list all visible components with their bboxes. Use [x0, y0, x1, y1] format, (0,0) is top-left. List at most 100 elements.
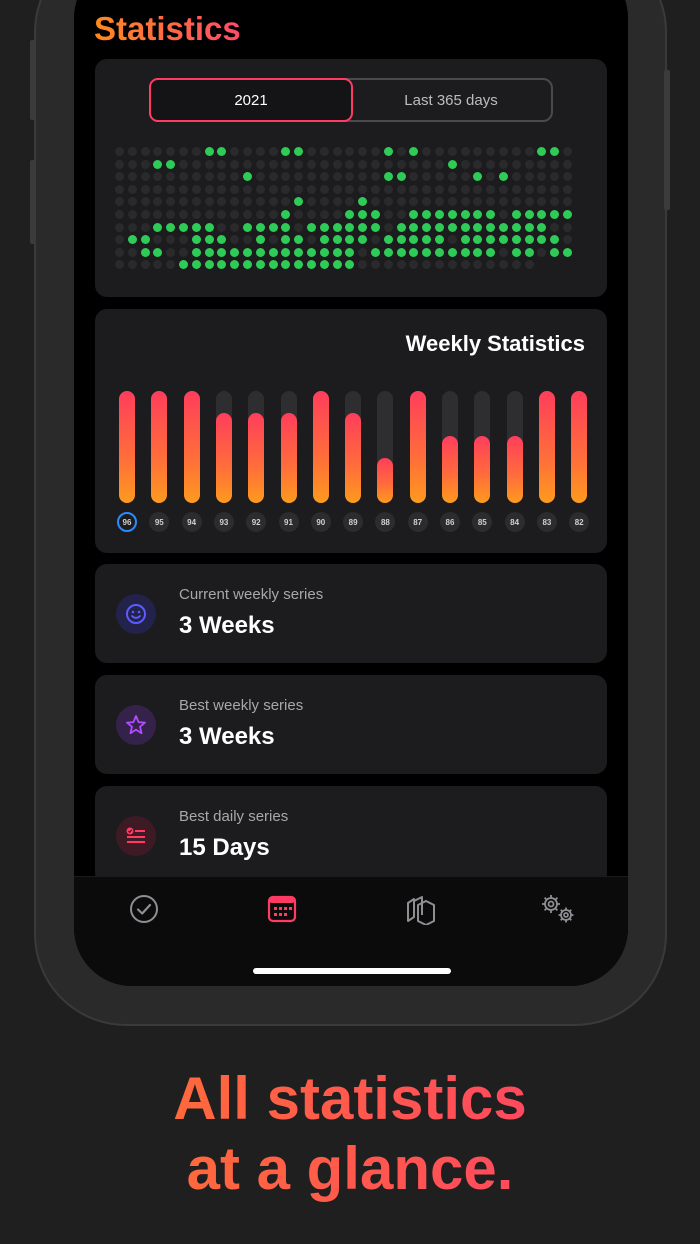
stat-card-best-daily[interactable]: Best daily series 15 Days	[95, 786, 607, 885]
activity-dot	[255, 159, 265, 169]
activity-dot	[307, 197, 316, 207]
activity-dot	[204, 210, 214, 219]
activity-dot	[383, 184, 393, 194]
activity-dot	[294, 147, 304, 156]
weekly-bar	[409, 391, 426, 503]
activity-dot	[127, 222, 137, 232]
activity-dot	[332, 184, 342, 194]
weekly-bar	[119, 391, 135, 503]
activity-dot	[115, 222, 124, 232]
activity-dot	[217, 147, 227, 156]
activity-dot	[230, 210, 240, 219]
activity-dot	[281, 147, 291, 156]
activity-dot	[486, 260, 496, 270]
activity-dot	[563, 210, 572, 219]
activity-dot	[179, 159, 188, 169]
activity-dot	[524, 159, 534, 169]
activity-dot	[307, 247, 316, 257]
activity-dot	[230, 172, 240, 182]
activity-dot	[115, 235, 124, 245]
activity-dot	[422, 210, 432, 219]
activity-dot	[230, 147, 240, 156]
activity-dot	[486, 210, 496, 219]
activity-dot	[345, 159, 355, 169]
weekly-bar-fill	[183, 391, 200, 503]
activity-dot	[140, 159, 150, 169]
week-number-label: 89	[343, 512, 364, 532]
stat-card-best-weekly[interactable]: Best weekly series 3 Weeks	[95, 675, 607, 774]
activity-dot	[409, 147, 419, 156]
week-number-label: 83	[536, 512, 557, 532]
activity-dot	[127, 235, 137, 245]
activity-dot	[268, 235, 278, 245]
activity-dot	[179, 222, 188, 232]
tab-habits[interactable]	[122, 887, 166, 931]
activity-dot	[255, 247, 265, 257]
activity-dot	[371, 147, 380, 156]
tab-categories[interactable]	[398, 887, 442, 931]
activity-dot	[499, 247, 508, 257]
activity-dot	[435, 210, 444, 219]
activity-dot	[473, 260, 483, 270]
activity-dot	[409, 197, 419, 207]
activity-dot	[307, 222, 316, 232]
activity-dot	[511, 159, 521, 169]
activity-dot	[550, 184, 560, 194]
activity-dot	[435, 147, 444, 156]
activity-dot	[435, 172, 444, 182]
activity-dot	[230, 235, 240, 245]
stat-label: Best daily series	[179, 808, 289, 825]
activity-dot	[524, 222, 534, 232]
activity-dot	[243, 147, 252, 156]
activity-dot	[563, 222, 572, 232]
activity-dot	[383, 197, 393, 207]
activity-dot	[217, 197, 227, 207]
activity-dot	[319, 210, 329, 219]
activity-dot	[563, 235, 572, 245]
activity-dot	[243, 210, 252, 219]
activity-dot	[307, 147, 316, 156]
tab-settings[interactable]	[536, 887, 580, 931]
activity-dot	[140, 247, 150, 257]
activity-dot	[268, 159, 278, 169]
activity-dot	[563, 159, 572, 169]
week-number-label: 85	[472, 512, 493, 532]
activity-dot	[204, 247, 214, 257]
activity-dot	[281, 184, 291, 194]
activity-dot	[127, 247, 137, 257]
weekly-bar-fill	[377, 458, 394, 503]
activity-dot	[191, 235, 201, 245]
activity-dot	[166, 197, 176, 207]
activity-dot	[191, 197, 201, 207]
weekly-bar	[280, 391, 297, 503]
stat-card-current-weekly[interactable]: Current weekly series 3 Weeks	[95, 564, 607, 663]
activity-dot	[371, 210, 380, 219]
activity-dot	[447, 222, 457, 232]
activity-dot	[268, 172, 278, 182]
activity-dot	[460, 147, 470, 156]
checkmark-circle-icon	[130, 895, 158, 923]
period-option-last-365-days[interactable]: Last 365 days	[351, 80, 551, 120]
activity-dot	[422, 159, 432, 169]
activity-dot	[383, 247, 393, 257]
activity-dot	[447, 247, 457, 257]
activity-dot	[268, 247, 278, 257]
activity-dot	[230, 159, 240, 169]
activity-dot	[371, 159, 380, 169]
activity-dot	[537, 247, 547, 257]
activity-dot	[371, 197, 380, 207]
activity-dot	[499, 222, 508, 232]
activity-dot	[511, 184, 521, 194]
activity-dot	[127, 159, 137, 169]
weekly-statistics-card: Weekly Statistics 96 95 94 93 92 91 90 89 88 87 86…	[95, 309, 607, 553]
period-option-2021[interactable]: 2021	[149, 78, 353, 122]
activity-dot	[140, 147, 150, 156]
tab-statistics[interactable]	[260, 887, 304, 931]
activity-dot	[153, 147, 163, 156]
activity-dot	[243, 222, 252, 232]
activity-dot	[115, 210, 124, 219]
tagline-line-1: All statistics	[0, 1066, 700, 1132]
activity-dot	[204, 172, 214, 182]
activity-dot	[537, 147, 547, 156]
activity-dot	[422, 222, 432, 232]
